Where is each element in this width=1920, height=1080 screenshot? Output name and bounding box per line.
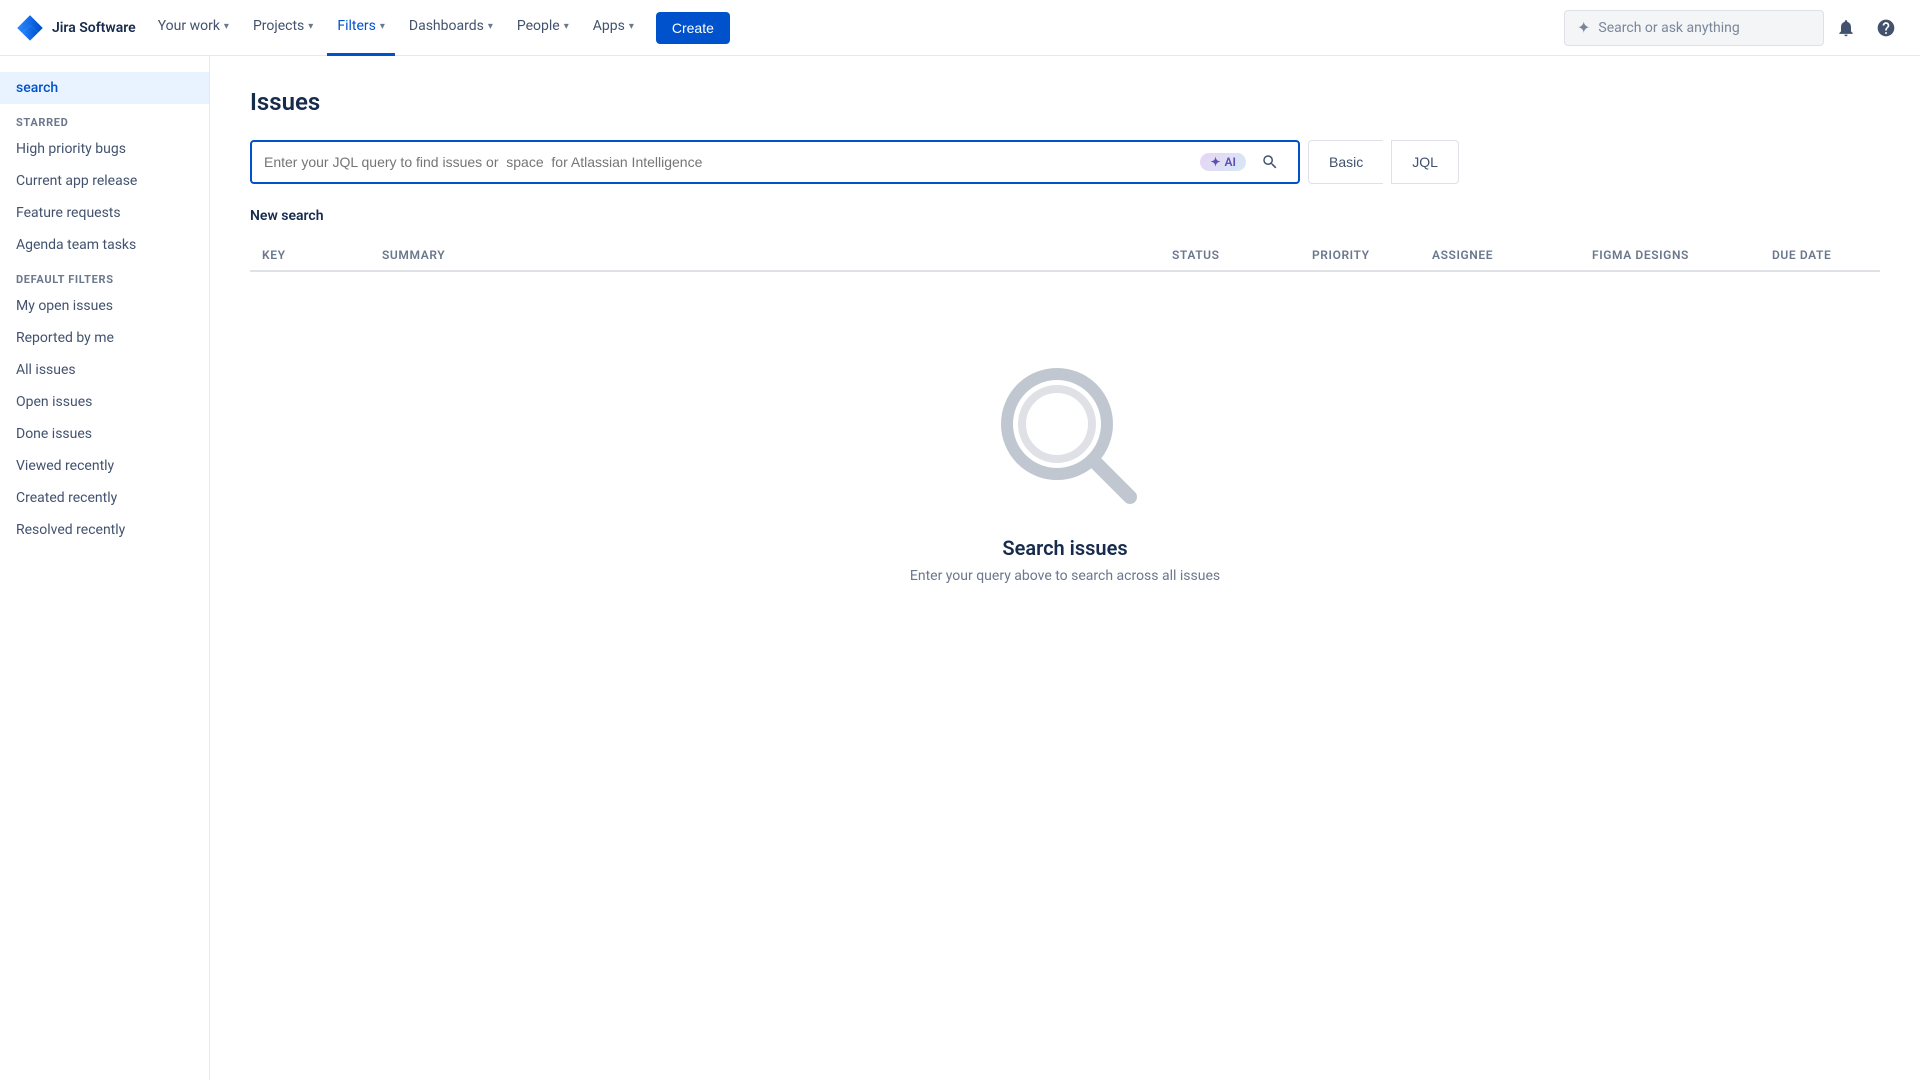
jql-input[interactable] [264,154,1192,170]
sidebar-default-heading: DEFAULT FILTERS [0,261,209,290]
create-button[interactable]: Create [656,12,730,44]
jql-search-button[interactable] [1254,146,1286,178]
sidebar-item-reported-by-me[interactable]: Reported by me [0,322,209,354]
sidebar-item-created-recently[interactable]: Created recently [0,482,209,514]
global-search-bar[interactable]: ✦ Search or ask anything [1564,10,1824,46]
help-button[interactable] [1868,10,1904,46]
top-navigation: Jira Software Your work ▾ Projects ▾ Fil… [0,0,1920,56]
page-title: Issues [250,88,1880,116]
empty-state-subtitle: Enter your query above to search across … [910,568,1220,584]
jql-input-container[interactable]: ✦ AI [250,140,1300,184]
sidebar: search STARRED High priority bugs Curren… [0,56,210,1080]
spark-icon: ✦ [1577,18,1590,37]
empty-state-title: Search issues [1002,536,1127,560]
help-icon [1876,18,1896,38]
notifications-button[interactable] [1828,10,1864,46]
col-header-assignee: Assignee [1420,248,1580,262]
col-header-figma: Figma Designs [1580,248,1760,262]
bell-icon [1836,18,1856,38]
issues-table-header: Key Summary Status Priority Assignee Fig… [250,240,1880,272]
chevron-down-icon: ▾ [488,21,493,32]
nav-people[interactable]: People ▾ [507,0,579,56]
col-header-status: Status [1160,248,1300,262]
page-layout: search STARRED High priority bugs Curren… [0,56,1920,1080]
nav-dashboards[interactable]: Dashboards ▾ [399,0,503,56]
search-icon [1261,153,1279,171]
spark-ai-icon: ✦ [1210,155,1220,169]
sidebar-item-search[interactable]: search [0,72,209,104]
chevron-down-icon: ▾ [380,21,385,32]
nav-filters[interactable]: Filters ▾ [327,0,395,56]
col-header-due-date: Due date [1760,248,1880,262]
jql-search-wrapper: ✦ AI Basic JQL [250,140,1880,184]
sidebar-item-high-priority-bugs[interactable]: High priority bugs [0,133,209,165]
chevron-down-icon: ▾ [224,21,229,32]
sidebar-item-done-issues[interactable]: Done issues [0,418,209,450]
search-placeholder-text: Search or ask anything [1598,20,1739,36]
sidebar-item-all-issues[interactable]: All issues [0,354,209,386]
sidebar-item-agenda-team-tasks[interactable]: Agenda team tasks [0,229,209,261]
sidebar-item-feature-requests[interactable]: Feature requests [0,197,209,229]
app-name: Jira Software [52,20,136,36]
jql-mode-button[interactable]: JQL [1391,140,1459,184]
basic-mode-button[interactable]: Basic [1308,140,1383,184]
main-content: Issues ✦ AI Basic JQL New search [210,56,1920,1080]
sidebar-item-viewed-recently[interactable]: Viewed recently [0,450,209,482]
logo[interactable]: Jira Software [16,14,136,42]
sidebar-item-my-open-issues[interactable]: My open issues [0,290,209,322]
chevron-down-icon: ▾ [629,21,634,32]
ai-badge[interactable]: ✦ AI [1200,153,1246,171]
empty-state: Search issues Enter your query above to … [250,272,1880,624]
search-illustration-icon [985,352,1145,512]
chevron-down-icon: ▾ [564,21,569,32]
sidebar-item-open-issues[interactable]: Open issues [0,386,209,418]
nav-your-work[interactable]: Your work ▾ [148,0,239,56]
col-header-key: Key [250,248,370,262]
nav-apps[interactable]: Apps ▾ [583,0,644,56]
jira-logo-icon [16,14,44,42]
chevron-down-icon: ▾ [308,21,313,32]
sidebar-item-current-app-release[interactable]: Current app release [0,165,209,197]
sidebar-starred-heading: STARRED [0,104,209,133]
col-header-summary: Summary [370,248,1160,262]
new-search-label: New search [250,208,1880,224]
col-header-priority: Priority [1300,248,1420,262]
nav-projects[interactable]: Projects ▾ [243,0,323,56]
sidebar-item-resolved-recently[interactable]: Resolved recently [0,514,209,546]
